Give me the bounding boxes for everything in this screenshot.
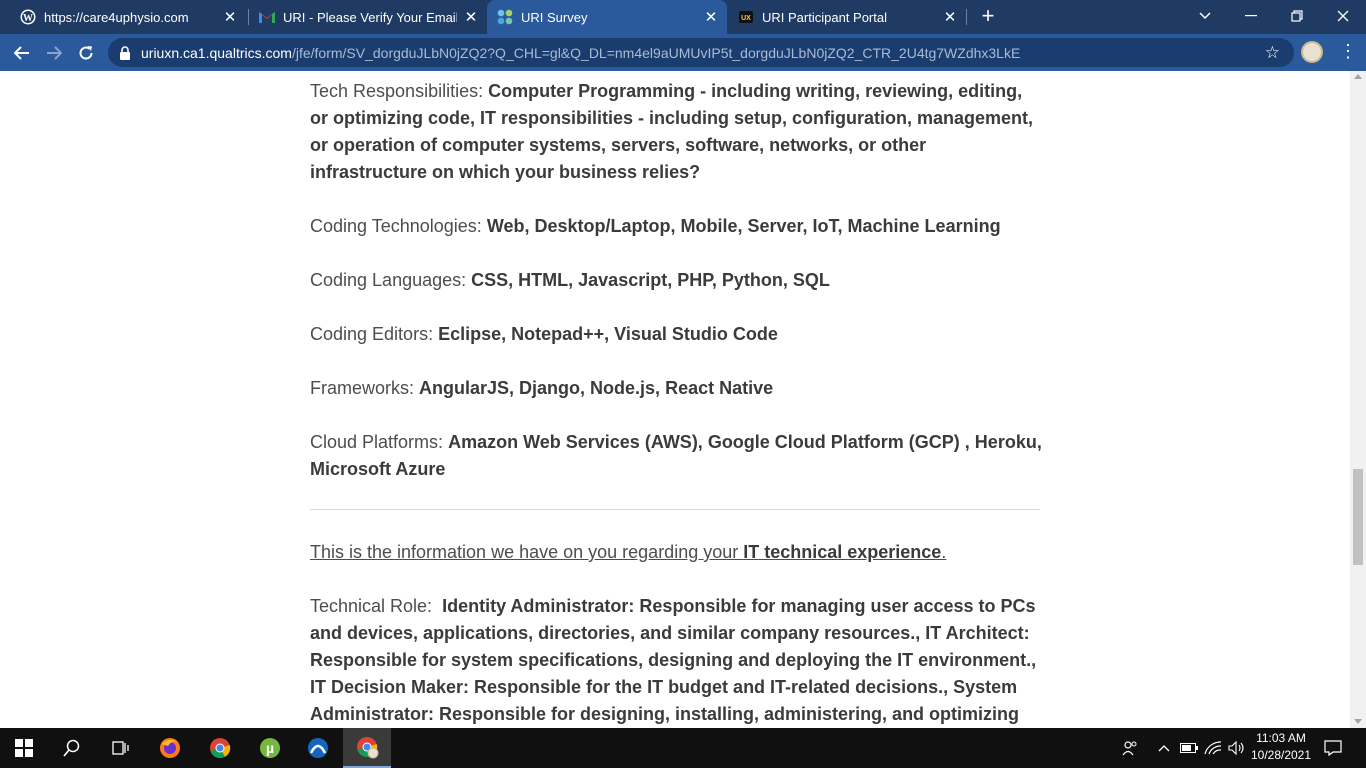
address-bar[interactable]: uriuxn.ca1.qualtrics.com/jfe/form/SV_dor… <box>108 38 1294 67</box>
tech-responsibilities: Tech Responsibilities: Computer Programm… <box>310 78 1045 186</box>
tab-title: URI Survey <box>521 9 588 25</box>
page-scrollbar[interactable] <box>1350 71 1366 728</box>
it-intro-bold: IT technical experience <box>743 542 942 562</box>
people-icon[interactable] <box>1118 728 1142 768</box>
coding-technologies-value: Web, Desktop/Laptop, Mobile, Server, IoT… <box>486 216 1001 236</box>
tab-uri-participant-portal[interactable]: UX URI Participant Portal ✕ <box>718 0 966 34</box>
tab-care4uphysio[interactable]: W https://care4uphysio.com ✕ <box>0 0 246 34</box>
it-experience-intro: This is the information we have on you r… <box>310 539 1045 566</box>
task-view-icon[interactable] <box>96 728 144 768</box>
tech-responsibilities-label: Tech Responsibilities: <box>310 81 484 101</box>
frameworks: Frameworks: AngularJS, Django, Node.js, … <box>310 375 1045 402</box>
windows-start-icon[interactable] <box>0 728 48 768</box>
survey-page: Tech Responsibilities: Computer Programm… <box>0 71 1350 728</box>
clock-date: 10/28/2021 <box>1250 748 1312 762</box>
technical-role-label: Technical Role: <box>310 596 433 616</box>
tab-separator <box>966 9 967 25</box>
reload-icon[interactable] <box>72 39 100 67</box>
coding-editors-value: Eclipse, Notepad++, Visual Studio Code <box>438 324 778 344</box>
coding-editors-label: Coding Editors: <box>310 324 434 344</box>
coding-languages-value: CSS, HTML, Javascript, PHP, Python, SQL <box>471 270 830 290</box>
chrome-icon[interactable] <box>196 728 244 768</box>
windows-taskbar: µ 11:03 AM 10/28/2021 <box>0 728 1366 768</box>
tab-strip: W https://care4uphysio.com ✕ URI - Pleas… <box>0 0 1366 34</box>
svg-text:UX: UX <box>741 15 751 22</box>
restore-icon[interactable] <box>1274 0 1320 32</box>
chevron-up-icon[interactable] <box>1154 728 1174 768</box>
notifications-icon[interactable] <box>1320 728 1346 768</box>
url-host: uriuxn.ca1.qualtrics.com <box>141 44 292 61</box>
technical-role: Technical Role: Identity Administrator: … <box>310 593 1045 728</box>
tab-uri-verify-email[interactable]: URI - Please Verify Your Email - sl ✕ <box>239 0 487 34</box>
scrollbar-thumb[interactable] <box>1353 469 1363 565</box>
utorrent-icon[interactable]: µ <box>246 728 294 768</box>
tab-title: URI Participant Portal <box>762 9 887 25</box>
battery-icon[interactable] <box>1178 728 1200 768</box>
coding-editors: Coding Editors: Eclipse, Notepad++, Visu… <box>310 321 1045 348</box>
cloud-platforms: Cloud Platforms: Amazon Web Services (AW… <box>310 429 1045 483</box>
minimize-icon[interactable] <box>1228 0 1274 32</box>
close-tab-icon[interactable]: ✕ <box>463 9 479 26</box>
coding-technologies-label: Coding Technologies: <box>310 216 482 236</box>
browser-menu-icon[interactable]: ⋮ <box>1339 41 1357 63</box>
bookmark-star-icon[interactable]: ☆ <box>1265 43 1280 63</box>
tab-title: https://care4uphysio.com <box>44 9 189 25</box>
browser-toolbar: uriuxn.ca1.qualtrics.com/jfe/form/SV_dor… <box>0 34 1366 71</box>
chrome-profile-icon[interactable] <box>343 728 391 768</box>
search-icon[interactable] <box>48 728 96 768</box>
tab-title: URI - Please Verify Your Email - sl <box>283 9 457 25</box>
it-intro-suffix: . <box>941 542 947 562</box>
firefox-icon[interactable] <box>146 728 194 768</box>
scroll-down-arrow-icon[interactable] <box>1354 719 1362 724</box>
taskbar-clock[interactable]: 11:03 AM 10/28/2021 <box>1244 730 1318 764</box>
qualtrics-icon <box>497 9 513 25</box>
frameworks-value: AngularJS, Django, Node.js, React Native <box>419 378 774 398</box>
cloud-platforms-label: Cloud Platforms: <box>310 432 444 452</box>
url-path: /jfe/form/SV_dorgduJLbN0jZQ2?Q_CHL=gl&Q_… <box>291 44 1021 61</box>
gmail-icon <box>259 9 275 25</box>
close-tab-icon[interactable]: ✕ <box>942 9 958 26</box>
back-arrow-icon[interactable] <box>8 39 36 67</box>
close-tab-icon[interactable]: ✕ <box>222 9 238 26</box>
app-icon[interactable] <box>294 728 342 768</box>
forward-arrow-icon[interactable] <box>40 39 68 67</box>
scroll-up-arrow-icon[interactable] <box>1354 74 1362 79</box>
clock-time: 11:03 AM <box>1256 731 1306 745</box>
tab-uri-survey[interactable]: URI Survey ✕ <box>487 0 727 34</box>
it-intro-prefix: This is the information we have on you r… <box>310 542 744 562</box>
svg-text:µ: µ <box>266 740 274 756</box>
svg-text:W: W <box>23 13 33 24</box>
coding-languages-label: Coding Languages: <box>310 270 467 290</box>
new-tab-button[interactable]: + <box>976 5 1000 29</box>
close-window-icon[interactable] <box>1320 0 1366 32</box>
lock-icon[interactable] <box>119 45 131 60</box>
tab-search-icon[interactable] <box>1182 0 1228 32</box>
wordpress-icon: W <box>20 9 36 25</box>
section-divider <box>310 509 1040 510</box>
uri-icon: UX <box>738 9 754 25</box>
close-tab-icon[interactable]: ✕ <box>703 9 719 26</box>
coding-technologies: Coding Technologies: Web, Desktop/Laptop… <box>310 213 1045 240</box>
survey-content: Tech Responsibilities: Computer Programm… <box>310 78 1045 728</box>
profile-avatar[interactable] <box>1301 41 1323 63</box>
coding-languages: Coding Languages: CSS, HTML, Javascript,… <box>310 267 1045 294</box>
wifi-icon[interactable] <box>1202 728 1224 768</box>
url-text: uriuxn.ca1.qualtrics.com/jfe/form/SV_dor… <box>141 45 1020 61</box>
frameworks-label: Frameworks: <box>310 378 415 398</box>
